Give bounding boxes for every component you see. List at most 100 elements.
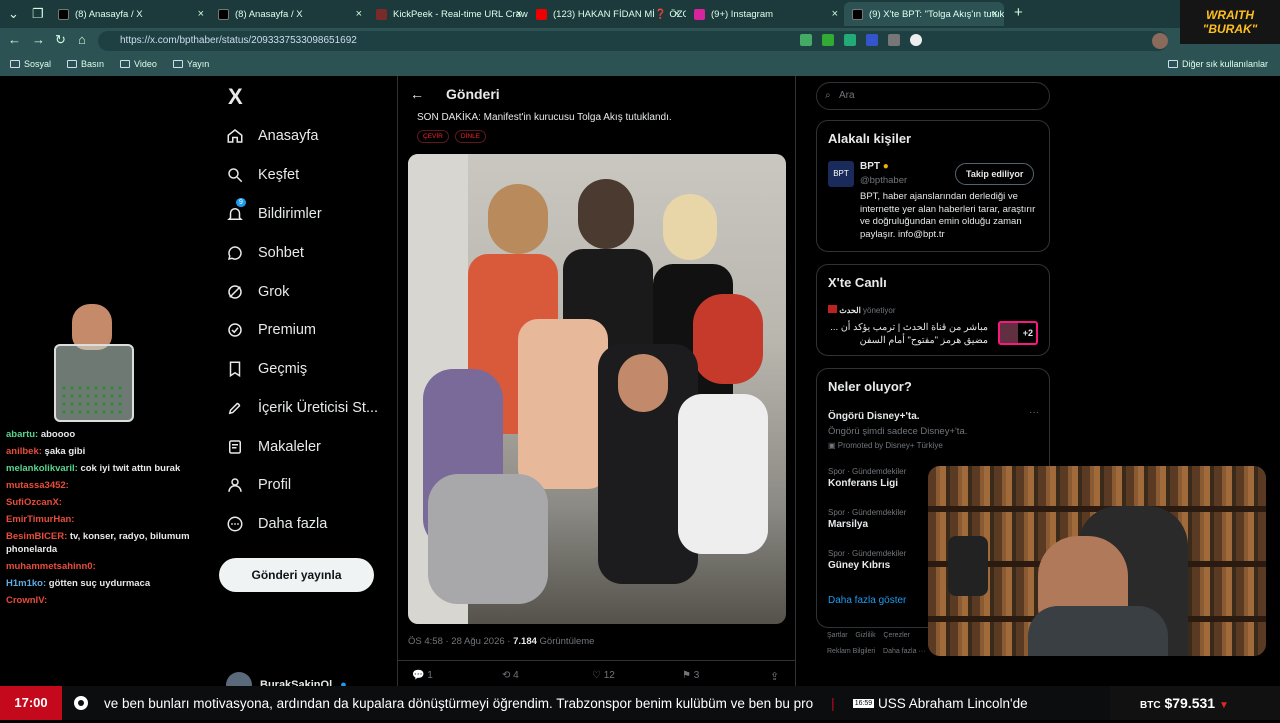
chat-message: H1m1ko: götten suç uydurmaca: [0, 575, 200, 592]
bookmark-video[interactable]: Video: [120, 59, 157, 69]
listen-button[interactable]: DİNLE: [454, 130, 487, 143]
heart-icon: ♡: [592, 670, 601, 681]
nav-premium[interactable]: Premium: [226, 318, 316, 342]
chat-message: SufiOzcanX:: [0, 494, 200, 511]
promo-title[interactable]: Öngörü Disney+'ta.: [828, 411, 920, 422]
forward-icon[interactable]: →: [32, 32, 45, 47]
tab-menu-icon[interactable]: ⌄: [8, 6, 19, 22]
nav-grok[interactable]: Grok: [226, 280, 289, 304]
home-icon[interactable]: ⌂: [78, 32, 86, 47]
share-icon[interactable]: ⇪: [770, 670, 779, 683]
live-source: الحدث: [839, 306, 861, 315]
nav-home[interactable]: Anasayfa: [226, 124, 318, 148]
close-icon[interactable]: ×: [356, 8, 362, 20]
nav-more[interactable]: Daha fazla: [226, 512, 327, 536]
close-icon[interactable]: ×: [992, 8, 998, 20]
btc-value: $79.531: [1164, 695, 1216, 711]
repost-count: 4: [513, 670, 519, 681]
reload-icon[interactable]: ↻: [55, 32, 66, 48]
ticker-content: ve ben bunları motivasyona, ardından da …: [104, 696, 1104, 711]
url-field[interactable]: https://x.com/bpthaber/status/2093337533…: [98, 31, 1168, 51]
home-icon: [227, 129, 243, 143]
nav-creator-studio[interactable]: İçerik Üreticisi St...: [226, 396, 378, 420]
tab-title: (123) HAKAN FİDAN Mİ❓ ÖZGÜ: [553, 8, 686, 20]
down-arrow-icon: ▼: [1218, 700, 1229, 711]
live-title[interactable]: مباشر من قناة الحدث | ترمب يؤكد أن ... م…: [828, 321, 988, 347]
workspaces-icon[interactable]: ❐: [32, 6, 44, 22]
extension-icon[interactable]: [844, 34, 856, 46]
nav-bookmarks[interactable]: Geçmiş: [226, 357, 307, 381]
bookmark-label: Diğer sık kullanılanlar: [1181, 59, 1268, 69]
repost-button[interactable]: ⟲ 4: [502, 670, 519, 681]
like-button[interactable]: ♡ 12: [592, 670, 615, 681]
tab-6-active[interactable]: (9) X'te BPT: "Tolga Akış'ın tutukla ×: [844, 2, 1004, 26]
chat-text: şaka gibi: [44, 446, 86, 457]
instagram-icon: [694, 8, 705, 20]
trend-item[interactable]: Spor · Gündemdekiler Marsilya: [828, 508, 906, 530]
view-count: 7.184: [513, 636, 537, 647]
nav-label: Anasayfa: [258, 128, 319, 144]
repost-icon: ⟲: [502, 670, 511, 681]
search-placeholder: Ara: [839, 90, 855, 101]
bookmark-yayin[interactable]: Yayın: [172, 59, 209, 69]
live-avatars[interactable]: +2: [998, 321, 1038, 345]
tab-title: (9) X'te BPT: "Tolga Akış'ın tutukla: [869, 8, 1004, 20]
chat-message: BesimBICER: tv, konser, radyo, bilumum p…: [0, 528, 200, 558]
search-icon: [228, 168, 243, 183]
live-host[interactable]: الحدث yönetiyor: [828, 305, 896, 315]
close-icon[interactable]: ×: [516, 8, 522, 20]
extension-icon[interactable]: [866, 34, 878, 46]
bookmark-basin[interactable]: Basın: [67, 59, 104, 69]
related-name[interactable]: BPT ●: [860, 161, 889, 172]
avatar[interactable]: BPT: [828, 161, 854, 187]
tab-2[interactable]: (8) Anasayfa / X ×: [210, 2, 368, 26]
close-icon[interactable]: ×: [832, 8, 838, 20]
other-bookmarks[interactable]: Diğer sık kullanılanlar: [1167, 59, 1268, 69]
x-logo-icon[interactable]: X: [228, 84, 243, 110]
footer-links[interactable]: Şartlar Gizlilik Çerezler: [827, 632, 910, 639]
webcam-overlay: [928, 466, 1266, 656]
card-title: Neler oluyor?: [828, 379, 912, 394]
bookmark-button[interactable]: ⚑ 3: [682, 670, 699, 681]
following-button[interactable]: Takip ediliyor: [955, 163, 1035, 185]
tab-5[interactable]: (9+) Instagram ×: [686, 2, 844, 26]
chat-user: H1m1ko:: [6, 578, 47, 589]
close-icon[interactable]: ×: [674, 8, 680, 20]
back-icon[interactable]: ←: [8, 32, 21, 47]
back-arrow-icon[interactable]: ←: [410, 86, 424, 102]
nav-explore[interactable]: Keşfet: [226, 163, 299, 187]
trend-item[interactable]: Spor · Gündemdekiler Konferans Ligi: [828, 467, 906, 489]
tab-4[interactable]: (123) HAKAN FİDAN Mİ❓ ÖZGÜ ×: [528, 2, 686, 26]
show-more-link[interactable]: Daha fazla göster: [828, 595, 906, 606]
nav-profile[interactable]: Profil: [226, 473, 291, 497]
nav-label: Premium: [258, 322, 317, 338]
new-tab-icon[interactable]: +: [1014, 4, 1023, 21]
youtube-icon: [536, 8, 547, 20]
tab-1[interactable]: (8) Anasayfa / X ×: [50, 2, 210, 26]
nav-chat[interactable]: Sohbet: [226, 241, 304, 265]
translate-button[interactable]: ÇEVİR: [417, 130, 449, 143]
more-options-icon[interactable]: ···: [1029, 407, 1039, 418]
chat-message: EmirTimurHan:: [0, 511, 200, 528]
ticker-text: ve ben bunları motivasyona, ardından da …: [104, 695, 814, 711]
nav-notifications[interactable]: Bildirimler 9: [226, 198, 322, 226]
close-icon[interactable]: ×: [198, 8, 204, 20]
bell-icon: [227, 208, 243, 220]
bookmark-sosyal[interactable]: Sosyal: [10, 59, 51, 69]
extension-icon[interactable]: [800, 34, 812, 46]
post-button[interactable]: Gönderi yayınla: [219, 558, 374, 592]
promoted-icon: ▣: [828, 441, 836, 450]
post-photo[interactable]: [408, 154, 786, 624]
nav-articles[interactable]: Makaleler: [226, 435, 321, 459]
chat-user: muhammetsahinn0:: [6, 561, 96, 572]
extension-icon[interactable]: [910, 34, 922, 46]
extension-icon[interactable]: [822, 34, 834, 46]
nav-label: Grok: [258, 284, 290, 300]
chat-message: muhammetsahinn0:: [0, 558, 200, 575]
tab-3[interactable]: KickPeek - Real-time URL Crawler ×: [368, 2, 528, 26]
trend-item[interactable]: Spor · Gündemdekiler Güney Kıbrıs: [828, 549, 906, 571]
search-input[interactable]: ⌕ Ara: [816, 82, 1050, 110]
extension-icon[interactable]: [888, 34, 900, 46]
reply-button[interactable]: 💬 1: [412, 670, 433, 681]
profile-avatar-icon[interactable]: [1152, 33, 1168, 49]
